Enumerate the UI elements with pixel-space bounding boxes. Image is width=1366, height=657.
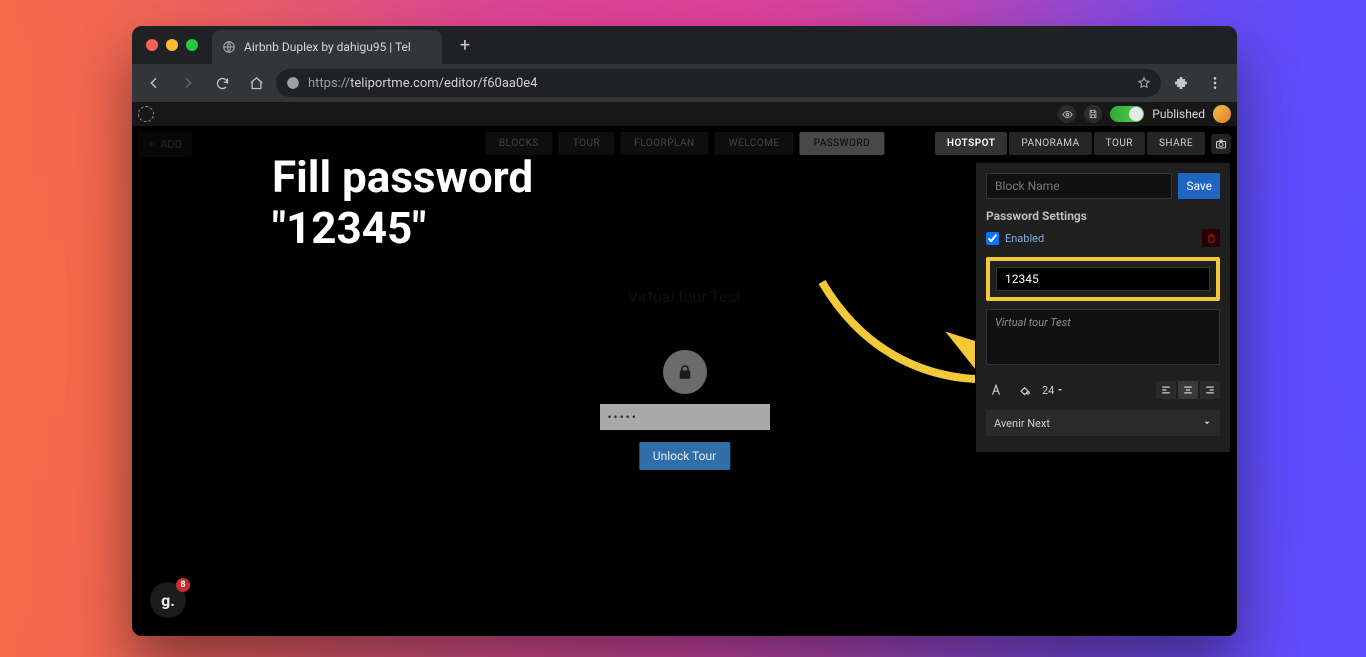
plus-icon: + <box>148 138 154 151</box>
center-tab-strip: BLOCKS TOUR FLOORPLAN WELCOME PASSWORD <box>485 132 884 155</box>
align-left-button[interactable] <box>1156 381 1176 399</box>
browser-window: Airbnb Duplex by dahigu95 | Tel + https:… <box>132 26 1237 636</box>
tab-hotspot[interactable]: HOTSPOT <box>935 132 1008 155</box>
window-close-button[interactable] <box>146 39 158 51</box>
window-controls <box>132 26 212 64</box>
badge-letter: g. <box>161 591 175 610</box>
url-box[interactable]: https://teliportme.com/editor/f60aa0e4 <box>276 69 1161 97</box>
enabled-checkbox[interactable] <box>986 232 999 245</box>
align-right-button[interactable] <box>1200 381 1220 399</box>
right-tab-strip: HOTSPOT PANORAMA TOUR SHARE <box>935 132 1231 155</box>
panel-save-button[interactable]: Save <box>1178 173 1220 199</box>
save-disk-icon[interactable] <box>1084 105 1102 123</box>
block-name-input[interactable] <box>986 173 1172 199</box>
preview-title: Virtual tour Test <box>628 287 741 306</box>
badge-count: 8 <box>176 578 190 592</box>
camera-icon[interactable] <box>1211 134 1231 154</box>
nav-back-button[interactable] <box>140 69 168 97</box>
url-rest: teliportme.com/editor/f60aa0e4 <box>350 76 537 91</box>
lock-icon <box>663 350 707 394</box>
settings-title: Password Settings <box>986 209 1220 223</box>
published-toggle[interactable] <box>1110 106 1144 122</box>
chevron-down-icon <box>1056 386 1064 394</box>
fill-color-icon[interactable] <box>1014 380 1034 400</box>
user-avatar[interactable] <box>1213 105 1231 123</box>
tab-tour[interactable]: TOUR <box>559 132 614 155</box>
browser-tab[interactable]: Airbnb Duplex by dahigu95 | Tel <box>212 30 442 64</box>
nav-reload-button[interactable] <box>208 69 236 97</box>
tab-password[interactable]: PASSWORD <box>800 132 885 155</box>
instruction-overlay: Fill password "12345" <box>272 152 533 253</box>
format-toolbar: 24 <box>986 380 1220 400</box>
app-content: Published + ADD BLOCKS TOUR FLOORPLAN WE… <box>132 102 1237 636</box>
nav-home-button[interactable] <box>242 69 270 97</box>
tab-floorplan[interactable]: FLOORPLAN <box>620 132 708 155</box>
tab-title: Airbnb Duplex by dahigu95 | Tel <box>244 40 411 54</box>
preview-password-input[interactable] <box>600 404 770 430</box>
tab-panorama[interactable]: PANORAMA <box>1009 132 1091 155</box>
add-block-button[interactable]: + ADD <box>138 132 192 157</box>
nav-forward-button[interactable] <box>174 69 202 97</box>
preview-eye-icon[interactable] <box>1058 105 1076 123</box>
header-right: Published <box>1058 105 1231 123</box>
password-field-highlight <box>986 257 1220 301</box>
help-badge[interactable]: g. 8 <box>150 582 186 618</box>
address-bar: https://teliportme.com/editor/f60aa0e4 <box>132 64 1237 102</box>
instruction-line2: "12345" <box>272 203 533 254</box>
url-protocol: https:// <box>308 76 350 91</box>
app-header: Published <box>132 102 1237 126</box>
font-family-label: Avenir Next <box>994 417 1050 430</box>
app-logo-icon[interactable] <box>138 106 154 122</box>
window-minimize-button[interactable] <box>166 39 178 51</box>
unlock-button[interactable]: Unlock Tour <box>639 442 730 470</box>
password-input[interactable] <box>996 267 1210 291</box>
site-info-icon <box>286 76 300 90</box>
tab-share[interactable]: SHARE <box>1147 132 1205 155</box>
tab-welcome[interactable]: WELCOME <box>715 132 794 155</box>
settings-panel: Save Password Settings Enabled <box>975 162 1231 453</box>
window-maximize-button[interactable] <box>186 39 198 51</box>
enabled-checkbox-label[interactable]: Enabled <box>986 232 1044 245</box>
tab-tour-right[interactable]: TOUR <box>1094 132 1145 155</box>
globe-icon <box>222 40 236 54</box>
text-color-icon[interactable] <box>986 380 1006 400</box>
description-textarea[interactable] <box>986 309 1220 365</box>
delete-button[interactable] <box>1202 229 1220 247</box>
chevron-down-icon <box>1202 418 1212 428</box>
align-group <box>1156 381 1220 399</box>
title-bar: Airbnb Duplex by dahigu95 | Tel + <box>132 26 1237 64</box>
align-center-button[interactable] <box>1178 381 1198 399</box>
enabled-text: Enabled <box>1005 232 1044 245</box>
font-family-select[interactable]: Avenir Next <box>986 410 1220 436</box>
new-tab-button[interactable]: + <box>452 32 478 58</box>
add-label: ADD <box>160 138 182 151</box>
font-size-select[interactable]: 24 <box>1042 384 1064 397</box>
browser-menu-button[interactable] <box>1201 69 1229 97</box>
published-label: Published <box>1152 107 1205 121</box>
bookmark-star-icon[interactable] <box>1137 76 1151 90</box>
instruction-line1: Fill password <box>272 152 533 203</box>
extensions-button[interactable] <box>1167 69 1195 97</box>
